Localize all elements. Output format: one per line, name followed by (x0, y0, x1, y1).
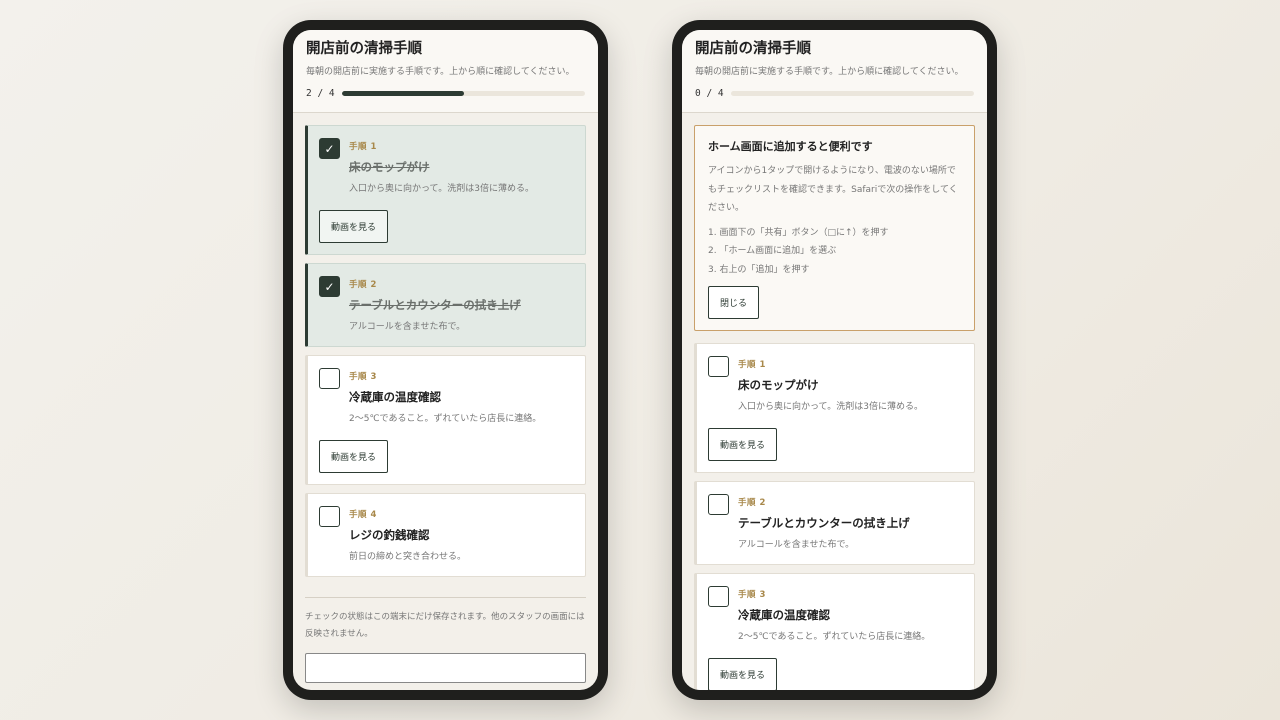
step-description: アルコールを含ませた布で。 (349, 322, 466, 332)
step-checkbox[interactable] (319, 368, 340, 389)
step-card: 手順 4 レジの釣銭確認 前日の締めと突き合わせる。 (305, 493, 586, 577)
app-header: 開店前の清掃手順 毎朝の開店前に実施する手順です。上から順に確認してください。 … (682, 30, 987, 113)
step-body: 手順 2 テーブルとカウンターの拭き上げ アルコールを含ませた布で。 (349, 275, 573, 335)
step-body: 手順 1 床のモップがけ 入口から奥に向かって。洗剤は3倍に薄める。 動画を見る (708, 355, 962, 461)
step-checkbox[interactable]: ✓ (319, 138, 340, 159)
install-prompt-description: アイコンから1タップで開けるようになり、電波のない場所でもチェックリストを確認で… (708, 166, 958, 213)
step-body: 手順 4 レジの釣銭確認 前日の締めと突き合わせる。 (349, 505, 573, 565)
step-description: 入口から奥に向かって。洗剤は3倍に薄める。 (349, 184, 535, 194)
step-description: アルコールを含ませた布で。 (738, 540, 855, 550)
step-card: 手順 1 床のモップがけ 入口から奥に向かって。洗剤は3倍に薄める。 動画を見る (694, 343, 975, 473)
screen-left: 開店前の清掃手順 毎朝の開店前に実施する手順です。上から順に確認してください。 … (293, 30, 598, 690)
step-checkbox[interactable] (319, 506, 340, 527)
step-checkbox[interactable] (708, 356, 729, 377)
watch-video-button[interactable]: 動画を見る (319, 210, 389, 243)
footer-divider (305, 597, 586, 598)
step-card: ✓ 手順 2 テーブルとカウンターの拭き上げ アルコールを含ませた布で。 (305, 263, 586, 347)
step-card: ✓ 手順 1 床のモップがけ 入口から奥に向かって。洗剤は3倍に薄める。 動画を… (305, 125, 586, 255)
watch-video-button[interactable]: 動画を見る (708, 428, 778, 461)
step-checkbox[interactable] (708, 494, 729, 515)
install-prompt-card: ホーム画面に追加すると便利です アイコンから1タップで開けるようになり、電波のな… (694, 125, 975, 331)
checklist: ホーム画面に追加すると便利です アイコンから1タップで開けるようになり、電波のな… (682, 113, 987, 690)
watch-video-button[interactable]: 動画を見る (708, 658, 778, 690)
step-description: 2〜5℃であること。ずれていたら店長に連絡。 (349, 414, 542, 424)
app-header: 開店前の清掃手順 毎朝の開店前に実施する手順です。上から順に確認してください。 … (293, 30, 598, 113)
step-title: 床のモップがけ (349, 160, 430, 174)
progress-counter: 0 / 4 (695, 88, 724, 99)
step-title: レジの釣銭確認 (349, 528, 430, 542)
step-description: 2〜5℃であること。ずれていたら店長に連絡。 (738, 632, 931, 642)
phone-frame-right: 開店前の清掃手順 毎朝の開店前に実施する手順です。上から順に確認してください。 … (672, 20, 997, 700)
step-body: 手順 2 テーブルとカウンターの拭き上げ アルコールを含ませた布で。 (738, 493, 962, 553)
progress-bar (342, 91, 585, 96)
progress-fill (342, 91, 464, 96)
check-icon: ✓ (324, 279, 335, 294)
progress-counter: 2 / 4 (306, 88, 335, 99)
progress-row: 2 / 4 (306, 88, 585, 99)
step-card: 手順 3 冷蔵庫の温度確認 2〜5℃であること。ずれていたら店長に連絡。 動画を… (694, 573, 975, 690)
step-title: 床のモップがけ (738, 378, 819, 392)
progress-bar (731, 91, 974, 96)
step-description: 入口から奥に向かって。洗剤は3倍に薄める。 (738, 402, 924, 412)
step-body: 手順 3 冷蔵庫の温度確認 2〜5℃であること。ずれていたら店長に連絡。 動画を… (708, 585, 962, 690)
step-label: 手順 1 (738, 360, 766, 370)
step-card: 手順 3 冷蔵庫の温度確認 2〜5℃であること。ずれていたら店長に連絡。 動画を… (305, 355, 586, 485)
step-checkbox[interactable]: ✓ (319, 276, 340, 297)
reset-button[interactable] (305, 653, 586, 683)
install-step: 3. 右上の「追加」を押す (708, 264, 810, 275)
close-button[interactable]: 閉じる (708, 286, 760, 319)
install-step: 1. 画面下の「共有」ボタン（□に↑）を押す (708, 227, 889, 238)
step-body: 手順 3 冷蔵庫の温度確認 2〜5℃であること。ずれていたら店長に連絡。 動画を… (319, 367, 573, 473)
page-title: 開店前の清掃手順 (695, 40, 811, 57)
storage-note: チェックの状態はこの端末にだけ保存されます。他のスタッフの画面には反映されません… (305, 612, 585, 639)
step-checkbox[interactable] (708, 586, 729, 607)
step-title: 冷蔵庫の温度確認 (738, 608, 830, 622)
watch-video-button[interactable]: 動画を見る (319, 440, 389, 473)
step-title: テーブルとカウンターの拭き上げ (349, 298, 521, 312)
page-description: 毎朝の開店前に実施する手順です。上から順に確認してください。 (695, 67, 964, 77)
step-card: 手順 2 テーブルとカウンターの拭き上げ アルコールを含ませた布で。 (694, 481, 975, 565)
install-prompt-title: ホーム画面に追加すると便利です (708, 140, 873, 153)
check-icon: ✓ (324, 141, 335, 156)
progress-row: 0 / 4 (695, 88, 974, 99)
step-title: 冷蔵庫の温度確認 (349, 390, 441, 404)
step-title: テーブルとカウンターの拭き上げ (738, 516, 910, 530)
page-title: 開店前の清掃手順 (306, 40, 422, 57)
step-label: 手順 4 (349, 510, 377, 520)
step-label: 手順 2 (738, 498, 766, 508)
step-label: 手順 3 (738, 590, 766, 600)
checklist: ✓ 手順 1 床のモップがけ 入口から奥に向かって。洗剤は3倍に薄める。 動画を… (293, 113, 598, 683)
screen-right: 開店前の清掃手順 毎朝の開店前に実施する手順です。上から順に確認してください。 … (682, 30, 987, 690)
step-label: 手順 1 (349, 142, 377, 152)
step-body: 手順 1 床のモップがけ 入口から奥に向かって。洗剤は3倍に薄める。 動画を見る (319, 137, 573, 243)
install-step: 2. 「ホーム画面に追加」を選ぶ (708, 246, 837, 256)
step-label: 手順 2 (349, 280, 377, 290)
phone-frame-left: 開店前の清掃手順 毎朝の開店前に実施する手順です。上から順に確認してください。 … (283, 20, 608, 700)
install-steps: 1. 画面下の「共有」ボタン（□に↑）を押す 2. 「ホーム画面に追加」を選ぶ … (708, 224, 961, 280)
step-description: 前日の締めと突き合わせる。 (349, 552, 467, 562)
page-description: 毎朝の開店前に実施する手順です。上から順に確認してください。 (306, 67, 575, 77)
step-label: 手順 3 (349, 372, 377, 382)
